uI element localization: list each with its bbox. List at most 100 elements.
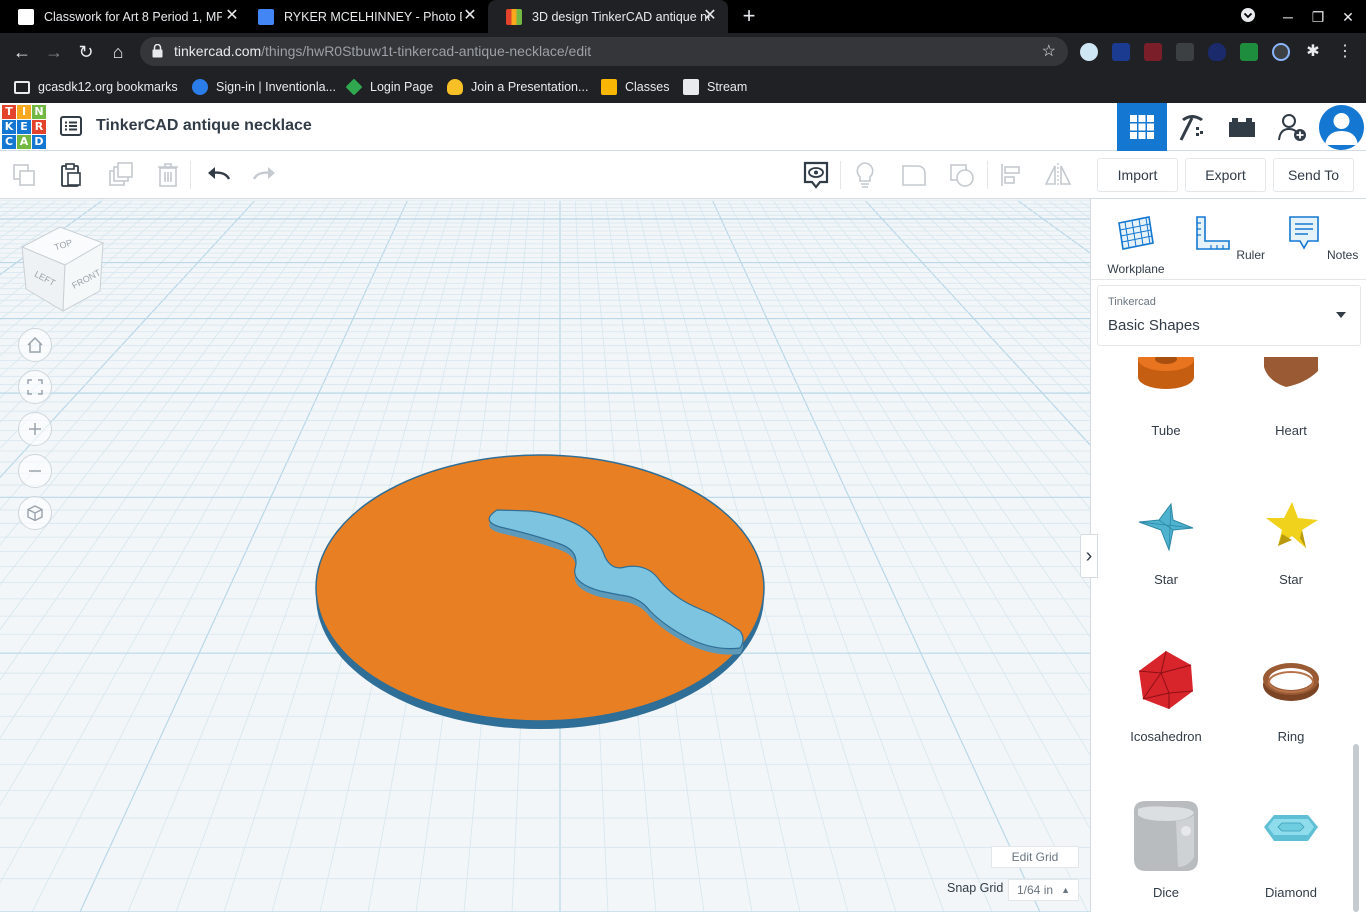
workplane-viewport[interactable]: TOP LEFT FRONT bbox=[0, 199, 1090, 912]
home-icon[interactable]: ⌂ bbox=[106, 40, 130, 64]
notes-icon bbox=[1288, 216, 1319, 250]
copy-button[interactable] bbox=[9, 160, 39, 190]
shape-label: Star bbox=[1279, 572, 1303, 587]
zoom-out-button[interactable] bbox=[18, 454, 52, 488]
close-window-icon[interactable]: ✕ bbox=[1338, 7, 1358, 27]
tab-search-chevron-icon[interactable] bbox=[1238, 7, 1258, 27]
tinkercad-logo[interactable]: TIN KER CAD bbox=[2, 105, 46, 149]
mirror-button[interactable] bbox=[1043, 160, 1073, 190]
send-to-button[interactable]: Send To bbox=[1273, 158, 1354, 192]
notes-tool[interactable]: Notes bbox=[1281, 213, 1361, 262]
orange-disc-shape[interactable] bbox=[315, 454, 765, 729]
extension-icon[interactable] bbox=[1272, 43, 1290, 61]
shape-diamond[interactable]: Diamond bbox=[1236, 797, 1346, 900]
collapse-panel-chevron-icon[interactable]: › bbox=[1080, 534, 1098, 578]
reload-icon[interactable]: ↻ bbox=[74, 40, 98, 64]
clipboard-icon bbox=[61, 163, 81, 187]
undo-button[interactable] bbox=[203, 160, 233, 190]
home-view-button[interactable] bbox=[18, 328, 52, 362]
ungroup-button[interactable] bbox=[947, 160, 977, 190]
close-tab-icon[interactable]: ✕ bbox=[702, 8, 718, 24]
profile-avatar[interactable] bbox=[1319, 105, 1364, 150]
bookmark-item[interactable]: Join a Presentation... bbox=[447, 77, 588, 97]
group-button[interactable] bbox=[899, 160, 929, 190]
puzzle-extensions-icon[interactable]: ✱ bbox=[1304, 43, 1322, 61]
workplane-grid[interactable]: TOP LEFT FRONT bbox=[0, 199, 1090, 912]
shape-icosahedron[interactable]: Icosahedron bbox=[1111, 647, 1221, 744]
shape-ring[interactable]: Ring bbox=[1236, 647, 1346, 744]
forward-arrow-icon[interactable]: → bbox=[42, 40, 66, 64]
panel-scrollbar[interactable] bbox=[1353, 744, 1359, 912]
blocks-view-button[interactable] bbox=[1167, 103, 1217, 151]
import-button[interactable]: Import bbox=[1097, 158, 1178, 192]
plus-icon bbox=[29, 423, 41, 435]
cloud-extension-icon[interactable] bbox=[1080, 43, 1098, 61]
ruler-tool[interactable]: Ruler bbox=[1189, 213, 1269, 262]
close-tab-icon[interactable]: ✕ bbox=[224, 8, 240, 24]
bookmark-item[interactable]: Login Page bbox=[345, 77, 433, 97]
workplane-tool[interactable]: Workplane bbox=[1096, 213, 1176, 276]
address-bar[interactable]: tinkercad.com/things/hwR0Stbuw1t-tinkerc… bbox=[140, 37, 1068, 66]
back-arrow-icon[interactable]: ← bbox=[10, 40, 34, 64]
classroom-icon bbox=[683, 79, 699, 95]
edit-toolbar: Import Export Send To bbox=[0, 151, 1366, 199]
logo-letter: A bbox=[17, 135, 31, 149]
browser-tab-bar: Classwork for Art 8 Period 1, MP ✕ RYKER… bbox=[0, 0, 1366, 33]
tinkercad-header: TIN KER CAD TinkerCAD antique necklace bbox=[0, 103, 1366, 151]
invite-collaborator-button[interactable] bbox=[1267, 103, 1317, 151]
browser-tab-classwork[interactable]: Classwork for Art 8 Period 1, MP ✕ bbox=[0, 0, 250, 33]
bookmark-item[interactable]: gcasdk12.org bookmarks bbox=[14, 77, 178, 97]
group-icon bbox=[902, 165, 926, 186]
show-all-button[interactable] bbox=[801, 160, 831, 190]
redo-button[interactable] bbox=[250, 160, 280, 190]
bookmark-item[interactable]: Classes bbox=[601, 77, 669, 97]
shapes-panel: Workplane Ruler Notes Tinkercad Basic Sh… bbox=[1090, 199, 1366, 912]
restore-icon[interactable]: ❐ bbox=[1308, 7, 1328, 27]
new-tab-plus-icon[interactable]: + bbox=[738, 5, 760, 27]
shape-dice[interactable]: Dice bbox=[1111, 797, 1221, 900]
snap-grid-select[interactable]: 1/64 in ▲ bbox=[1008, 879, 1079, 901]
extension-icon[interactable] bbox=[1176, 43, 1194, 61]
browser-menu-kebab-icon[interactable]: ⋮ bbox=[1336, 43, 1354, 61]
duplicate-button[interactable] bbox=[105, 160, 135, 190]
extension-icon[interactable] bbox=[1112, 43, 1130, 61]
3d-design-view-button[interactable] bbox=[1117, 103, 1167, 151]
perspective-toggle-button[interactable] bbox=[18, 496, 52, 530]
browser-tab-photo-doc[interactable]: RYKER MCELHINNEY - Photo Do ✕ bbox=[240, 0, 488, 33]
design-menu-icon[interactable] bbox=[60, 115, 82, 137]
redo-icon bbox=[252, 167, 275, 180]
gear-icon bbox=[192, 79, 208, 95]
copy-icon bbox=[13, 164, 35, 186]
bookmark-star-icon[interactable]: ☆ bbox=[1042, 41, 1056, 61]
bricks-view-button[interactable] bbox=[1217, 103, 1267, 151]
shape-tube[interactable]: Tube bbox=[1111, 357, 1221, 438]
minimize-icon[interactable]: ─ bbox=[1278, 7, 1298, 27]
paste-button[interactable] bbox=[56, 160, 86, 190]
align-button[interactable] bbox=[996, 160, 1026, 190]
browser-tab-tinkercad[interactable]: 3D design TinkerCAD antique ne ✕ bbox=[488, 0, 728, 33]
sheets-extension-icon[interactable] bbox=[1240, 43, 1258, 61]
bookmark-item[interactable]: Stream bbox=[683, 77, 747, 97]
edit-grid-button[interactable]: Edit Grid bbox=[991, 846, 1079, 868]
shape-library-select[interactable]: Tinkercad Basic Shapes bbox=[1097, 285, 1361, 346]
shapes-grid: Tube Heart Star Star Icosahedron Ring Di… bbox=[1091, 357, 1366, 912]
tab-title: RYKER MCELHINNEY - Photo Do bbox=[284, 9, 462, 24]
design-title[interactable]: TinkerCAD antique necklace bbox=[96, 117, 312, 135]
zoom-in-button[interactable] bbox=[18, 412, 52, 446]
logo-letter: I bbox=[17, 105, 31, 119]
bookmark-label: Classes bbox=[625, 80, 670, 94]
home-icon bbox=[27, 336, 43, 353]
fit-view-button[interactable] bbox=[18, 370, 52, 404]
tube-shape-icon bbox=[1138, 357, 1194, 389]
shape-heart[interactable]: Heart bbox=[1236, 357, 1346, 438]
bookmark-item[interactable]: Sign-in | Inventionla... bbox=[192, 77, 336, 97]
shape-star-yellow[interactable]: Star bbox=[1236, 490, 1346, 587]
library-vendor-label: Tinkercad bbox=[1108, 296, 1156, 308]
delete-button[interactable] bbox=[153, 160, 183, 190]
shield-extension-icon[interactable] bbox=[1208, 43, 1226, 61]
shape-star-blue[interactable]: Star bbox=[1111, 490, 1221, 587]
close-tab-icon[interactable]: ✕ bbox=[462, 8, 478, 24]
extension-icon[interactable] bbox=[1144, 43, 1162, 61]
hide-button[interactable] bbox=[850, 160, 880, 190]
export-button[interactable]: Export bbox=[1185, 158, 1266, 192]
